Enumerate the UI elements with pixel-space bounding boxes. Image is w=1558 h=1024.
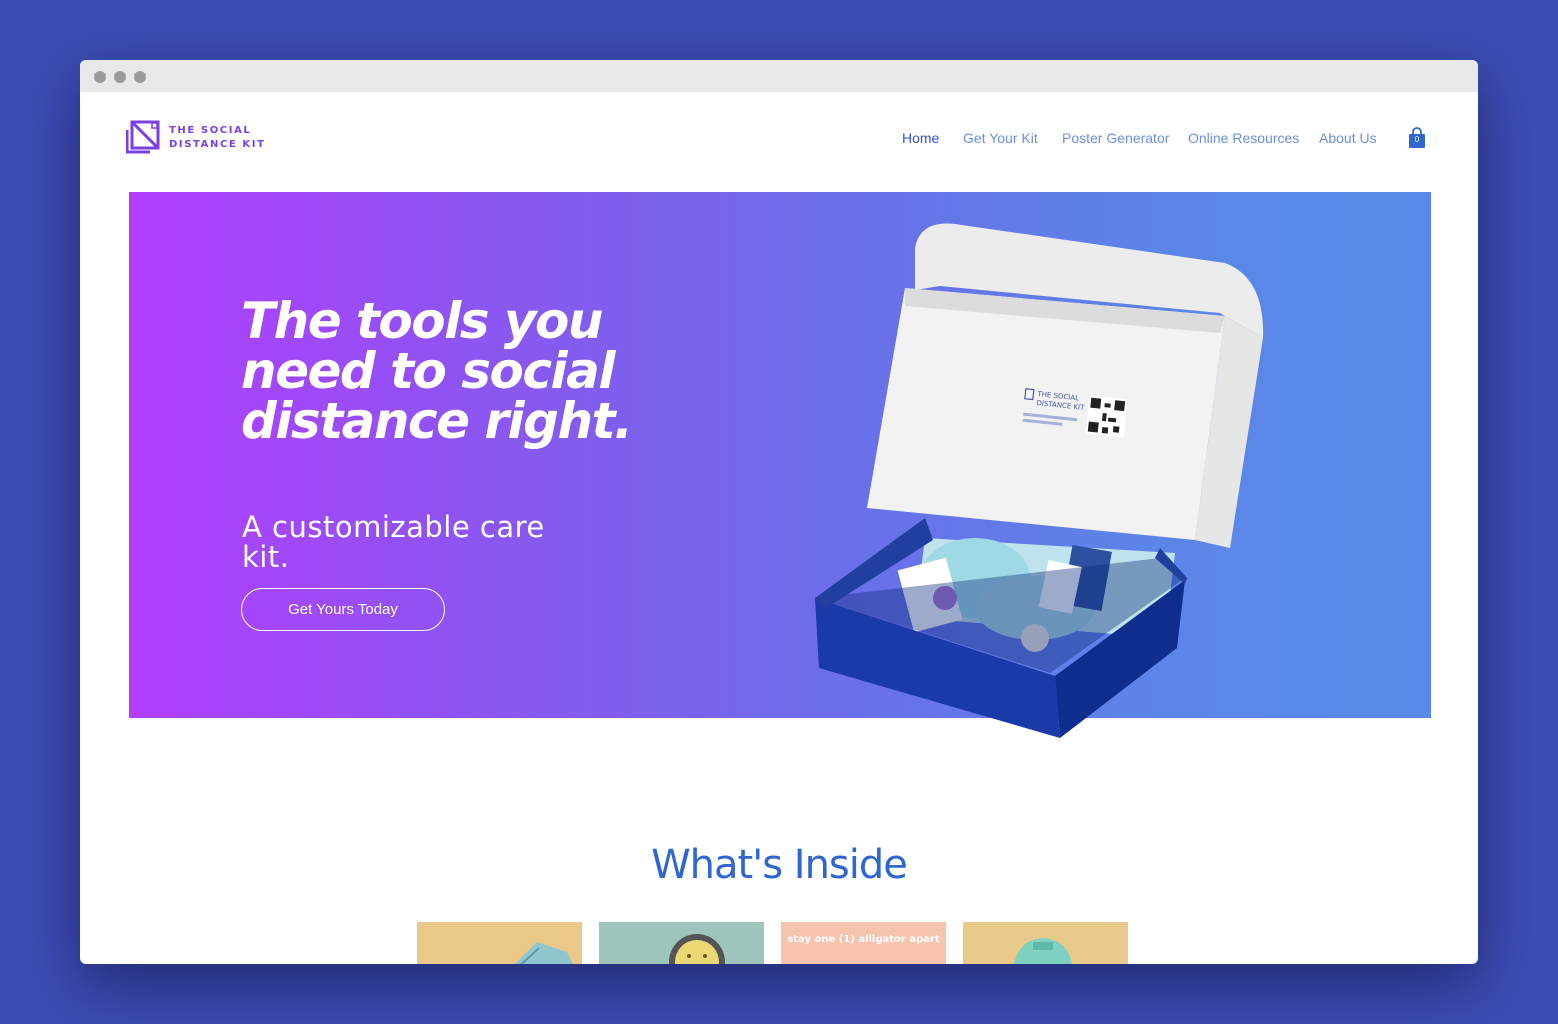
- site-logo[interactable]: THE SOCIAL DISTANCE KIT: [126, 120, 286, 154]
- kit-logo-icon: [126, 120, 160, 154]
- nav-item-poster-generator[interactable]: Poster Generator: [1062, 130, 1169, 146]
- hero-banner: The tools you need to social distance ri…: [129, 192, 1431, 738]
- window-close-dot[interactable]: [94, 71, 106, 83]
- face-mask-tile[interactable]: [417, 922, 582, 964]
- smiley-magnifier-tile[interactable]: [599, 922, 764, 964]
- brand-name: THE SOCIAL DISTANCE KIT: [169, 125, 266, 150]
- alligator-poster-caption: stay one (1) alligator apart: [787, 934, 940, 945]
- nav-item-get-your-kit[interactable]: Get Your Kit: [963, 130, 1038, 146]
- alligator-poster-tile[interactable]: stay one (1) alligator apart: [781, 922, 946, 964]
- open-care-kit-box: THE SOCIAL DISTANCE KIT: [805, 218, 1275, 748]
- nav-item-about-us[interactable]: About Us: [1319, 130, 1377, 146]
- cart-count: 0: [1414, 135, 1420, 144]
- nav-item-online-resources[interactable]: Online Resources: [1188, 130, 1299, 146]
- nav-item-home[interactable]: Home: [902, 130, 939, 146]
- whats-inside-title: What's Inside: [651, 842, 908, 888]
- cart-button[interactable]: 0: [1408, 127, 1426, 149]
- window-minimize-dot[interactable]: [114, 71, 126, 83]
- browser-titlebar: [80, 60, 1478, 92]
- hero-subheadline: A customizable care kit.: [242, 510, 545, 574]
- hero-headline: The tools you need to social distance ri…: [241, 292, 633, 450]
- tape-measure-tile[interactable]: [963, 922, 1128, 964]
- browser-window: THE SOCIAL DISTANCE KIT Home Get Your Ki…: [80, 60, 1478, 964]
- get-yours-today-button[interactable]: Get Yours Today: [241, 588, 445, 631]
- window-maximize-dot[interactable]: [134, 71, 146, 83]
